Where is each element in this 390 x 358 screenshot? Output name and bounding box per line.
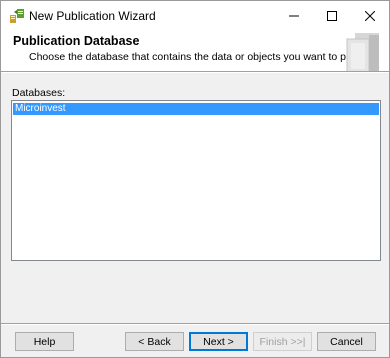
minimize-button[interactable]: [275, 1, 313, 31]
maximize-button[interactable]: [313, 1, 351, 31]
close-button[interactable]: [351, 1, 389, 31]
wizard-header: Publication Database Choose the database…: [1, 29, 389, 74]
close-icon: [365, 11, 375, 21]
publication-wizard-icon: [9, 8, 25, 24]
page-subtitle: Choose the database that contains the da…: [29, 51, 377, 63]
header-separator: [1, 71, 389, 73]
next-button[interactable]: Next >: [189, 332, 248, 351]
finish-button[interactable]: Finish >>|: [253, 332, 312, 351]
cancel-button[interactable]: Cancel: [317, 332, 376, 351]
list-item[interactable]: Microinvest: [13, 103, 379, 115]
page-title: Publication Database: [13, 34, 140, 48]
databases-list[interactable]: Microinvest: [11, 100, 381, 261]
wizard-window: New Publication Wizard Publication Datab…: [0, 0, 390, 358]
minimize-icon: [289, 15, 299, 17]
databases-label: Databases:: [12, 87, 66, 99]
back-button[interactable]: < Back: [125, 332, 184, 351]
footer-separator: [1, 323, 389, 325]
window-title: New Publication Wizard: [29, 9, 156, 23]
maximize-icon: [327, 11, 337, 21]
database-graphic-icon: [341, 29, 387, 74]
help-button[interactable]: Help: [15, 332, 74, 351]
title-bar[interactable]: New Publication Wizard: [1, 1, 389, 31]
